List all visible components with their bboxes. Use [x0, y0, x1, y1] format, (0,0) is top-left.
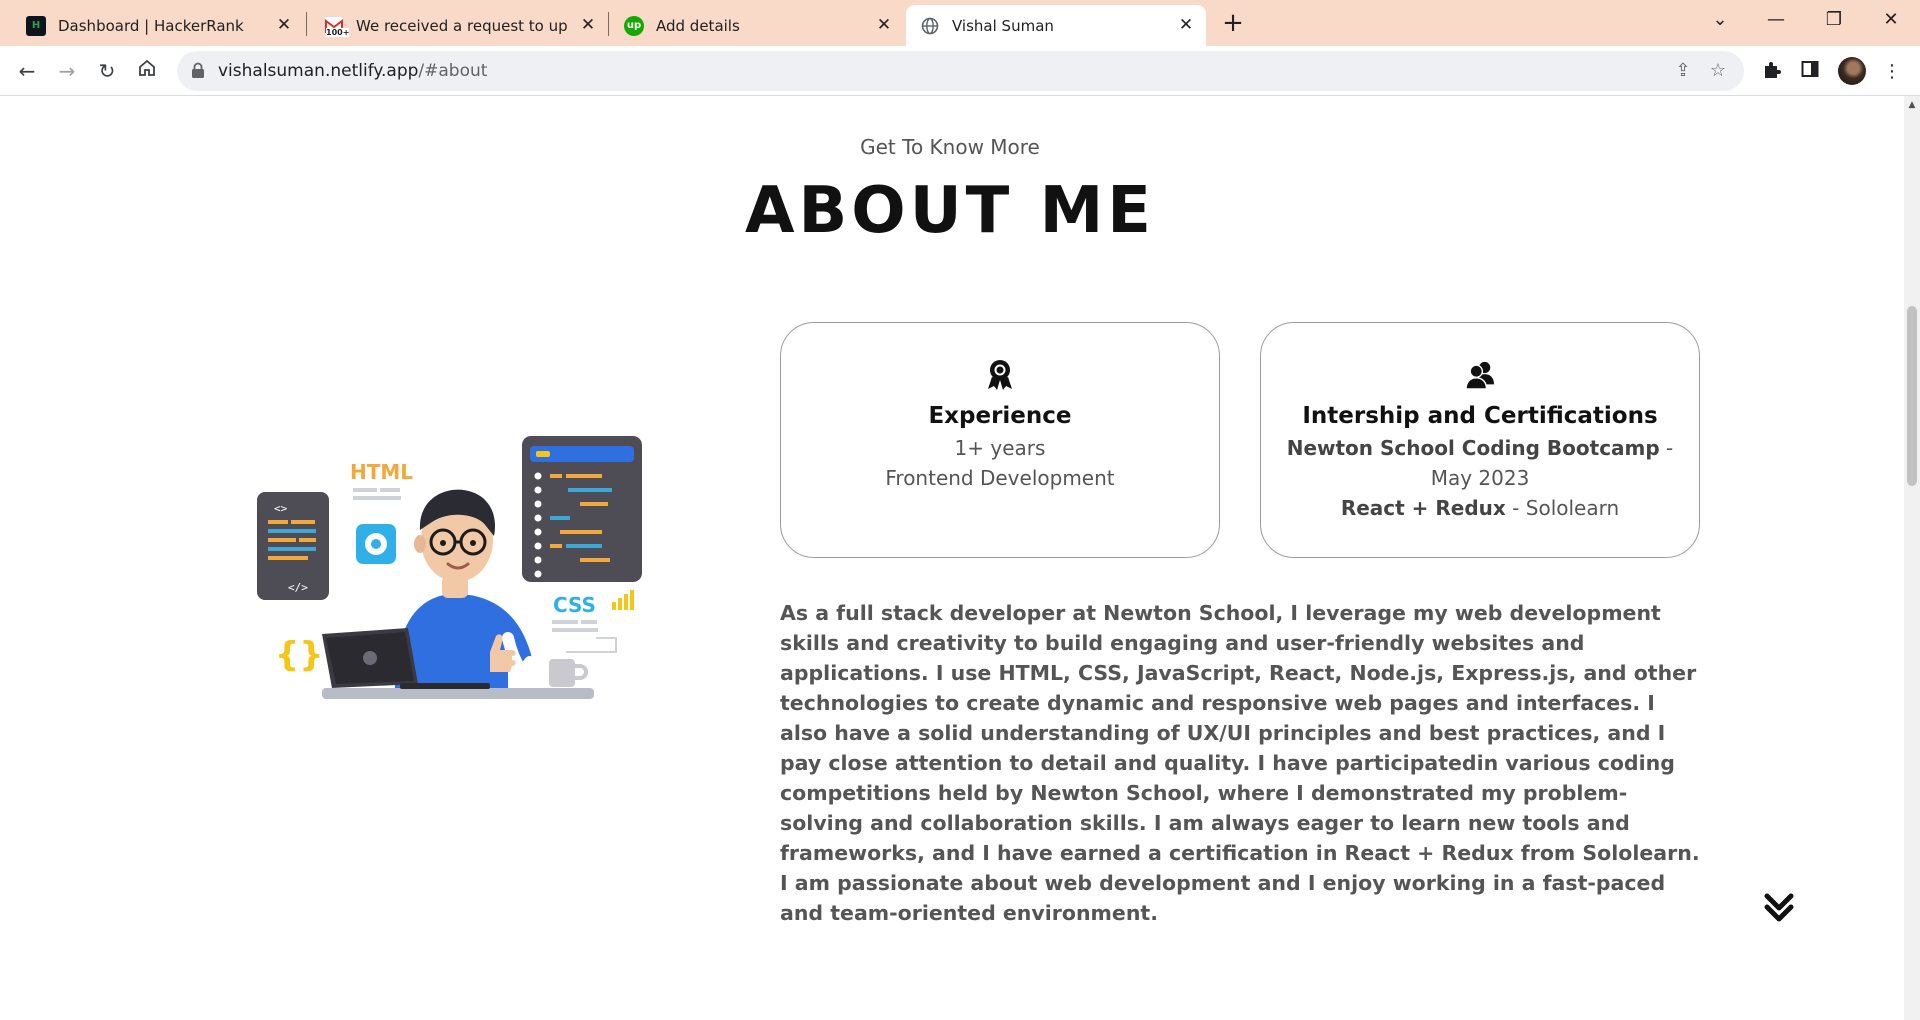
tab-gmail[interactable]: 100+ We received a request to update ✕	[310, 5, 608, 46]
share-icon[interactable]: ⇪	[1672, 60, 1694, 82]
card-title: Experience	[928, 403, 1072, 429]
browser-toolbar: ← → ↻ vishalsuman.netlify.app/#about ⇪ ☆…	[0, 46, 1920, 96]
close-icon[interactable]: ✕	[578, 15, 598, 35]
extensions-puzzle-icon[interactable]	[1760, 60, 1784, 84]
tab-hackerrank[interactable]: H Dashboard | HackerRank ✕	[12, 5, 304, 46]
forward-arrow-icon[interactable]: →	[52, 56, 82, 86]
tab-upwork[interactable]: up Add details ✕	[610, 5, 904, 46]
code-window-icon	[522, 436, 642, 582]
experience-card: Experience 1+ years Frontend Development	[780, 322, 1220, 558]
experience-years: 1+ years	[954, 436, 1046, 460]
tab-title: We received a request to update	[356, 16, 568, 35]
close-icon[interactable]: ✕	[874, 15, 894, 35]
certification-line: React + Redux - Sololearn	[1340, 496, 1620, 520]
bootcamp-date: May 2023	[1430, 466, 1530, 490]
award-icon	[988, 360, 1012, 390]
bootcamp-line: Newton School Coding Bootcamp -	[1286, 436, 1674, 460]
svg-text:</>: </>	[288, 581, 308, 594]
html-label: HTML	[350, 460, 413, 484]
address-bar[interactable]: vishalsuman.netlify.app/#about ⇪ ☆	[177, 51, 1744, 91]
gear-icon	[356, 524, 396, 564]
tab-search-chevron-icon[interactable]: ⌄	[1700, 4, 1740, 36]
reload-icon[interactable]: ↻	[92, 56, 122, 86]
tab-vishal-suman[interactable]: Vishal Suman ✕	[906, 5, 1206, 46]
bookmark-star-icon[interactable]: ☆	[1707, 60, 1729, 82]
unread-badge: 100+	[326, 27, 350, 37]
section-heading: ABOUT ME	[744, 174, 1156, 248]
braces-icon: {}	[275, 635, 323, 675]
vertical-scrollbar[interactable]: ▲	[1904, 96, 1920, 1020]
lock-icon[interactable]	[191, 62, 205, 83]
users-icon	[1466, 361, 1494, 390]
mug-icon	[549, 659, 588, 687]
home-icon[interactable]	[132, 56, 162, 86]
developer-illustration: <> </> HTML {} CSS	[257, 436, 642, 699]
profile-avatar[interactable]	[1838, 57, 1866, 85]
card-title: Intership and Certifications	[1302, 403, 1658, 429]
bar-chart-icon	[612, 590, 634, 610]
code-panel-icon: <> </>	[257, 492, 329, 600]
about-section: Get To Know More ABOUT ME <> </> HTML {}	[0, 96, 1904, 1020]
window-close-button[interactable]: ✕	[1871, 4, 1911, 36]
about-bio-paragraph: As a full stack developer at Newton Scho…	[780, 601, 1700, 925]
internship-card: Intership and Certifications Newton Scho…	[1260, 322, 1700, 558]
close-icon[interactable]: ✕	[274, 15, 294, 35]
tab-title: Dashboard | HackerRank	[58, 16, 244, 35]
css-label: CSS	[553, 593, 596, 617]
close-icon[interactable]: ✕	[1176, 15, 1196, 35]
scrollbar-thumb[interactable]	[1907, 306, 1917, 486]
hackerrank-icon: H	[26, 15, 46, 36]
developer-avatar	[395, 489, 536, 688]
new-tab-button[interactable]: +	[1218, 8, 1248, 38]
url-text: vishalsuman.netlify.app/#about	[218, 61, 488, 81]
scroll-down-chevron-icon[interactable]	[1762, 891, 1796, 925]
tab-title: Vishal Suman	[952, 16, 1054, 35]
svg-text:<>: <>	[274, 502, 288, 515]
tab-divider	[306, 12, 307, 36]
globe-icon	[920, 16, 940, 36]
gmail-icon: 100+	[324, 15, 350, 37]
tab-title: Add details	[656, 16, 740, 35]
scroll-up-arrow-icon[interactable]: ▲	[1904, 100, 1920, 110]
experience-field: Frontend Development	[885, 466, 1115, 490]
restore-button[interactable]: ❐	[1814, 4, 1854, 36]
upwork-icon: up	[624, 15, 644, 36]
minimize-button[interactable]: —	[1756, 4, 1796, 36]
section-subtitle: Get To Know More	[860, 135, 1040, 159]
tab-divider	[608, 12, 609, 36]
back-arrow-icon[interactable]: ←	[12, 56, 42, 86]
side-panel-icon[interactable]	[1798, 60, 1822, 84]
tab-strip: H Dashboard | HackerRank ✕ 100+ We recei…	[0, 0, 1920, 46]
menu-kebab-icon[interactable]: ⋮	[1880, 60, 1904, 84]
